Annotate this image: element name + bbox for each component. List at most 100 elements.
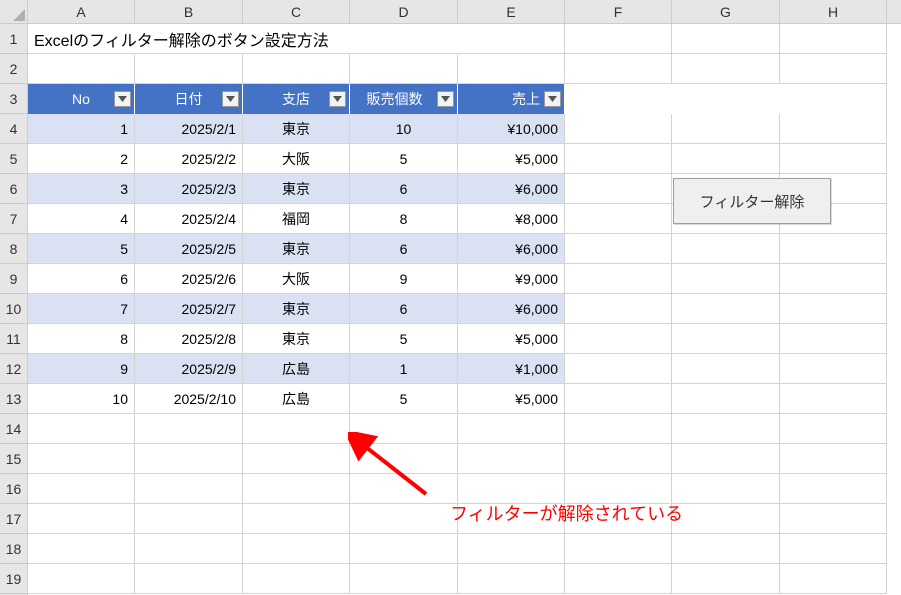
cell-A14[interactable] bbox=[28, 414, 135, 444]
cell-B18[interactable] bbox=[135, 534, 243, 564]
cell-C4[interactable]: 東京 bbox=[243, 114, 350, 144]
cell-H17[interactable] bbox=[780, 504, 887, 534]
row-header-6[interactable]: 6 bbox=[0, 174, 27, 204]
row-header-7[interactable]: 7 bbox=[0, 204, 27, 234]
cell-C14[interactable] bbox=[243, 414, 350, 444]
cell-B13[interactable]: 2025/2/10 bbox=[135, 384, 243, 414]
cell-C16[interactable] bbox=[243, 474, 350, 504]
cell-F12[interactable] bbox=[565, 354, 672, 384]
cell-H18[interactable] bbox=[780, 534, 887, 564]
cell-E12[interactable]: ¥1,000 bbox=[458, 354, 565, 384]
cell-B8[interactable]: 2025/2/5 bbox=[135, 234, 243, 264]
cell-D2[interactable] bbox=[350, 54, 458, 84]
cell-H15[interactable] bbox=[780, 444, 887, 474]
cell-A4[interactable]: 1 bbox=[28, 114, 135, 144]
table-header-販売個数[interactable]: 販売個数 bbox=[350, 84, 458, 114]
cell-F18[interactable] bbox=[565, 534, 672, 564]
row-header-17[interactable]: 17 bbox=[0, 504, 27, 534]
cell-G17[interactable] bbox=[672, 504, 780, 534]
row-header-16[interactable]: 16 bbox=[0, 474, 27, 504]
cell-H12[interactable] bbox=[780, 354, 887, 384]
cell-F19[interactable] bbox=[565, 564, 672, 594]
cell-B6[interactable]: 2025/2/3 bbox=[135, 174, 243, 204]
cell-E9[interactable]: ¥9,000 bbox=[458, 264, 565, 294]
cell-G9[interactable] bbox=[672, 264, 780, 294]
cell-A12[interactable]: 9 bbox=[28, 354, 135, 384]
cell-F10[interactable] bbox=[565, 294, 672, 324]
cell-B4[interactable]: 2025/2/1 bbox=[135, 114, 243, 144]
cell-C10[interactable]: 東京 bbox=[243, 294, 350, 324]
cell-E13[interactable]: ¥5,000 bbox=[458, 384, 565, 414]
cell-C18[interactable] bbox=[243, 534, 350, 564]
cell-D10[interactable]: 6 bbox=[350, 294, 458, 324]
cell-D17[interactable] bbox=[350, 504, 458, 534]
cell-G1[interactable] bbox=[672, 24, 780, 54]
cell-C9[interactable]: 大阪 bbox=[243, 264, 350, 294]
cell-A2[interactable] bbox=[28, 54, 135, 84]
cell-E11[interactable]: ¥5,000 bbox=[458, 324, 565, 354]
cell-B14[interactable] bbox=[135, 414, 243, 444]
table-header-F[interactable] bbox=[565, 84, 672, 114]
cell-F11[interactable] bbox=[565, 324, 672, 354]
cell-A16[interactable] bbox=[28, 474, 135, 504]
row-header-3[interactable]: 3 bbox=[0, 84, 27, 114]
column-header-F[interactable]: F bbox=[565, 0, 672, 23]
cell-A17[interactable] bbox=[28, 504, 135, 534]
cell-A19[interactable] bbox=[28, 564, 135, 594]
row-header-19[interactable]: 19 bbox=[0, 564, 27, 594]
table-header-支店[interactable]: 支店 bbox=[243, 84, 350, 114]
column-header-H[interactable]: H bbox=[780, 0, 887, 23]
row-header-10[interactable]: 10 bbox=[0, 294, 27, 324]
cell-D18[interactable] bbox=[350, 534, 458, 564]
cell-H13[interactable] bbox=[780, 384, 887, 414]
cell-A5[interactable]: 2 bbox=[28, 144, 135, 174]
cell-E15[interactable] bbox=[458, 444, 565, 474]
cell-G14[interactable] bbox=[672, 414, 780, 444]
cell-H9[interactable] bbox=[780, 264, 887, 294]
row-header-14[interactable]: 14 bbox=[0, 414, 27, 444]
cell-D12[interactable]: 1 bbox=[350, 354, 458, 384]
cell-G4[interactable] bbox=[672, 114, 780, 144]
cell-B16[interactable] bbox=[135, 474, 243, 504]
cell-A18[interactable] bbox=[28, 534, 135, 564]
cell-C11[interactable]: 東京 bbox=[243, 324, 350, 354]
cell-G18[interactable] bbox=[672, 534, 780, 564]
cell-D14[interactable] bbox=[350, 414, 458, 444]
filter-dropdown-icon[interactable] bbox=[544, 91, 561, 107]
table-header-No[interactable]: No bbox=[28, 84, 135, 114]
cell-D9[interactable]: 9 bbox=[350, 264, 458, 294]
cell-D1[interactable] bbox=[350, 24, 458, 54]
cell-A9[interactable]: 6 bbox=[28, 264, 135, 294]
row-header-4[interactable]: 4 bbox=[0, 114, 27, 144]
cell-C6[interactable]: 東京 bbox=[243, 174, 350, 204]
filter-dropdown-icon[interactable] bbox=[222, 91, 239, 107]
row-header-11[interactable]: 11 bbox=[0, 324, 27, 354]
cell-H14[interactable] bbox=[780, 414, 887, 444]
cell-G16[interactable] bbox=[672, 474, 780, 504]
cell-D11[interactable]: 5 bbox=[350, 324, 458, 354]
cell-E7[interactable]: ¥8,000 bbox=[458, 204, 565, 234]
cell-B19[interactable] bbox=[135, 564, 243, 594]
cell-B7[interactable]: 2025/2/4 bbox=[135, 204, 243, 234]
row-header-2[interactable]: 2 bbox=[0, 54, 27, 84]
cell-G12[interactable] bbox=[672, 354, 780, 384]
table-header-日付[interactable]: 日付 bbox=[135, 84, 243, 114]
cell-A6[interactable]: 3 bbox=[28, 174, 135, 204]
cell-D7[interactable]: 8 bbox=[350, 204, 458, 234]
cell-B17[interactable] bbox=[135, 504, 243, 534]
cell-C7[interactable]: 福岡 bbox=[243, 204, 350, 234]
cell-H16[interactable] bbox=[780, 474, 887, 504]
cell-F5[interactable] bbox=[565, 144, 672, 174]
cell-E6[interactable]: ¥6,000 bbox=[458, 174, 565, 204]
cell-B5[interactable]: 2025/2/2 bbox=[135, 144, 243, 174]
row-header-13[interactable]: 13 bbox=[0, 384, 27, 414]
cell-E4[interactable]: ¥10,000 bbox=[458, 114, 565, 144]
cell-G13[interactable] bbox=[672, 384, 780, 414]
cell-F14[interactable] bbox=[565, 414, 672, 444]
cell-B10[interactable]: 2025/2/7 bbox=[135, 294, 243, 324]
table-header-売上[interactable]: 売上 bbox=[458, 84, 565, 114]
cell-D8[interactable]: 6 bbox=[350, 234, 458, 264]
cell-H1[interactable] bbox=[780, 24, 887, 54]
cell-C2[interactable] bbox=[243, 54, 350, 84]
cell-G15[interactable] bbox=[672, 444, 780, 474]
